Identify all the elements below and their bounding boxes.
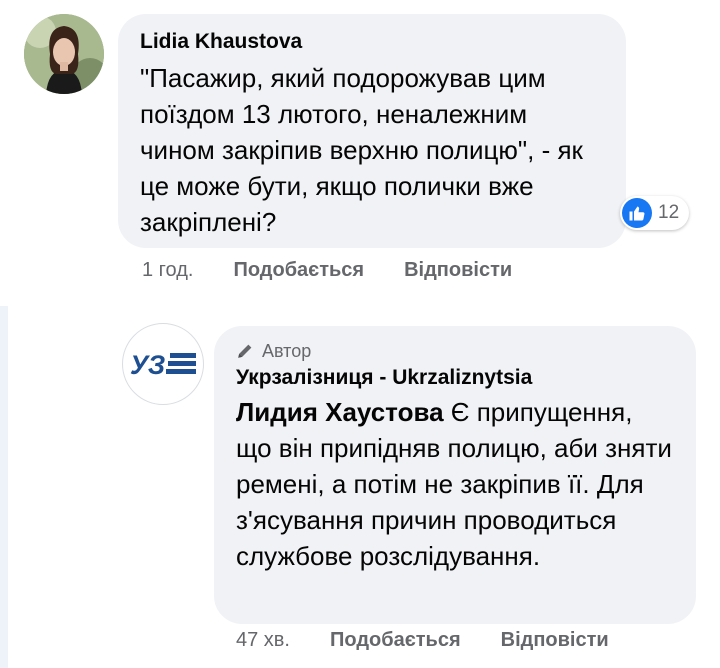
reply-text: Лидия Хаустова Є припущення, що він прип… xyxy=(236,394,674,574)
reply-reply-button[interactable]: Відповісти xyxy=(501,629,609,652)
avatar-lidia[interactable] xyxy=(24,14,104,94)
like-button[interactable]: Подобається xyxy=(233,259,364,282)
reaction-summary[interactable]: 12 xyxy=(620,196,690,230)
comment-timestamp[interactable]: 1 год. xyxy=(142,259,193,282)
avatar-photo xyxy=(24,14,104,94)
comment-text: "Пасажир, який подорожував цим поїздом 1… xyxy=(140,63,583,237)
uz-logo: УЗ xyxy=(130,350,196,380)
author-badge-label: Автор xyxy=(262,341,312,361)
comment-bubble: Lidia Khaustova "Пасажир, який подорожув… xyxy=(118,14,626,248)
mention-link[interactable]: Лидия Хаустова xyxy=(236,397,444,427)
reply-author[interactable]: Укрзалізниця - Ukrzaliznytsia xyxy=(236,364,674,392)
reply-like-button[interactable]: Подобається xyxy=(330,629,461,652)
avatar-ukrzaliznytsia[interactable]: УЗ xyxy=(122,323,204,405)
author-badge: Автор xyxy=(236,340,674,362)
svg-text:УЗ: УЗ xyxy=(130,350,165,380)
thumbs-up-icon xyxy=(622,198,652,228)
reaction-count: 12 xyxy=(658,202,680,223)
reply-timestamp[interactable]: 47 хв. xyxy=(236,629,290,652)
reply-button[interactable]: Відповісти xyxy=(404,259,512,282)
thread-line xyxy=(0,306,8,668)
reply-actions: 47 хв. Подобається Відповісти xyxy=(236,629,609,652)
pencil-icon xyxy=(238,344,252,358)
comment-author[interactable]: Lidia Khaustova xyxy=(140,28,604,56)
comment-actions: 1 год. Подобається Відповісти xyxy=(142,259,512,282)
reply-bubble: Автор Укрзалізниця - Ukrzaliznytsia Лиди… xyxy=(214,326,696,624)
